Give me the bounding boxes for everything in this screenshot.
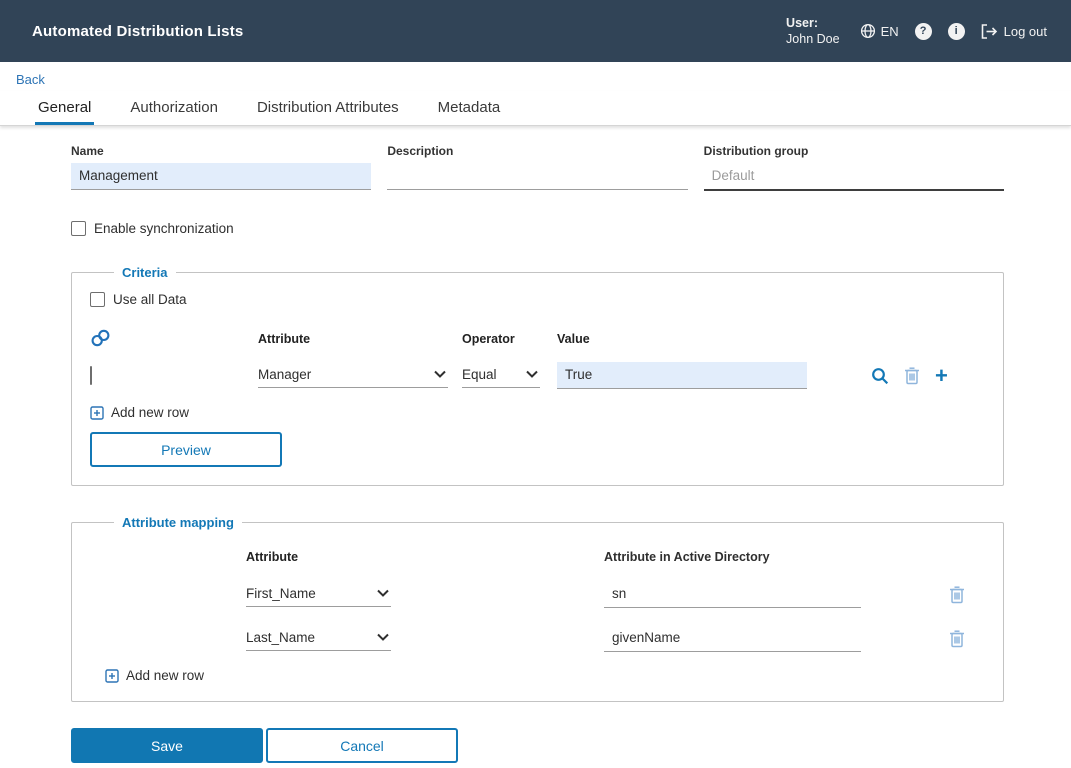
link-rows-icon[interactable] xyxy=(90,329,258,348)
description-field-group: Description xyxy=(387,144,688,191)
mapping-attribute-select-1[interactable]: First_Name xyxy=(246,583,391,607)
help-icon: ? xyxy=(919,25,927,37)
use-all-data-label: Use all Data xyxy=(113,292,187,307)
tab-authorization[interactable]: Authorization xyxy=(129,91,219,125)
delete-mapping-icon-2[interactable] xyxy=(949,629,965,648)
main-content: Name Description Distribution group Enab… xyxy=(0,126,1071,763)
chevron-down-icon xyxy=(377,633,389,641)
attribute-mapping-legend: Attribute mapping xyxy=(122,515,234,530)
language-selector[interactable]: EN xyxy=(860,23,899,39)
mapping-ad-attribute-header: Attribute in Active Directory xyxy=(604,550,770,564)
help-button[interactable]: ? xyxy=(914,22,932,40)
description-label: Description xyxy=(387,144,454,158)
cancel-button[interactable]: Cancel xyxy=(266,728,458,763)
delete-row-icon[interactable] xyxy=(904,366,920,385)
add-box-icon xyxy=(90,405,104,420)
add-box-icon xyxy=(105,668,119,683)
tab-distribution-attributes[interactable]: Distribution Attributes xyxy=(256,91,400,125)
chevron-down-icon xyxy=(434,370,446,378)
back-link[interactable]: Back xyxy=(16,72,45,87)
header-actions: User: John Doe EN ? i Log out xyxy=(786,15,1047,48)
name-label: Name xyxy=(71,144,104,158)
criteria-row-checkbox[interactable] xyxy=(90,365,92,385)
save-button[interactable]: Save xyxy=(71,728,263,763)
user-info: User: John Doe xyxy=(786,15,840,48)
criteria-attribute-select[interactable]: Manager xyxy=(258,364,448,388)
criteria-value-header: Value xyxy=(557,331,590,346)
mapping-attribute-select-2[interactable]: Last_Name xyxy=(246,627,391,651)
info-icon: i xyxy=(954,25,958,37)
criteria-value-input[interactable] xyxy=(557,362,807,389)
distribution-group-input[interactable] xyxy=(703,163,1004,191)
language-code: EN xyxy=(880,23,899,39)
enable-sync-label: Enable synchronization xyxy=(94,221,234,236)
info-button[interactable]: i xyxy=(947,22,965,40)
mapping-header-row: Attribute Attribute in Active Directory xyxy=(90,550,985,564)
tab-metadata[interactable]: Metadata xyxy=(437,91,502,125)
use-all-data-row[interactable]: Use all Data xyxy=(90,292,985,307)
criteria-header-row: Attribute Operator Value xyxy=(90,329,985,348)
search-icon[interactable] xyxy=(871,367,889,385)
chevron-down-icon xyxy=(526,370,538,378)
mapping-row: Last_Name xyxy=(90,625,985,652)
mapping-ad-input-2[interactable] xyxy=(604,625,861,652)
tab-general[interactable]: General xyxy=(34,91,95,125)
tab-bar: General Authorization Distribution Attri… xyxy=(0,91,1071,126)
distribution-group-field-group: Distribution group xyxy=(703,144,1004,191)
name-input[interactable] xyxy=(71,163,372,190)
form-actions: Save Cancel xyxy=(71,728,1004,763)
mapping-attribute-header: Attribute xyxy=(246,550,299,564)
criteria-operator-select[interactable]: Equal xyxy=(462,364,540,388)
chevron-down-icon xyxy=(377,589,389,597)
logout-icon xyxy=(981,23,998,39)
criteria-operator-header: Operator xyxy=(462,331,515,346)
enable-sync-checkbox[interactable] xyxy=(71,221,86,236)
criteria-legend: Criteria xyxy=(122,265,168,280)
back-row: Back xyxy=(0,62,1071,91)
app-header: Automated Distribution Lists User: John … xyxy=(0,0,1071,62)
user-name: John Doe xyxy=(786,32,840,46)
add-new-row-label: Add new row xyxy=(126,668,205,683)
distribution-group-label: Distribution group xyxy=(703,144,809,158)
page-title: Automated Distribution Lists xyxy=(32,22,244,40)
logout-label: Log out xyxy=(1003,23,1047,39)
user-label: User: xyxy=(786,15,819,30)
criteria-attribute-header: Attribute xyxy=(258,331,311,346)
criteria-row: Manager Equal True + xyxy=(90,362,985,389)
add-criteria-icon[interactable]: + xyxy=(935,364,948,386)
criteria-section: Criteria Use all Data Attribute Operator… xyxy=(71,265,1004,486)
mapping-add-new-row[interactable]: Add new row xyxy=(105,668,204,683)
preview-button[interactable]: Preview xyxy=(90,432,282,467)
top-fields: Name Description Distribution group xyxy=(71,144,1004,191)
attribute-mapping-section: Attribute mapping Attribute Attribute in… xyxy=(71,515,1004,702)
use-all-data-checkbox[interactable] xyxy=(90,292,105,307)
criteria-add-new-row[interactable]: Add new row xyxy=(90,405,189,420)
description-input[interactable] xyxy=(387,163,688,190)
globe-icon xyxy=(860,23,876,39)
delete-mapping-icon-1[interactable] xyxy=(949,585,965,604)
add-new-row-label: Add new row xyxy=(111,405,190,420)
name-field-group: Name xyxy=(71,144,372,191)
mapping-row: First_Name xyxy=(90,581,985,608)
enable-sync-row[interactable]: Enable synchronization xyxy=(71,221,1004,236)
logout-button[interactable]: Log out xyxy=(981,24,1047,39)
criteria-row-actions: + xyxy=(871,364,948,386)
mapping-ad-input-1[interactable] xyxy=(604,581,861,608)
